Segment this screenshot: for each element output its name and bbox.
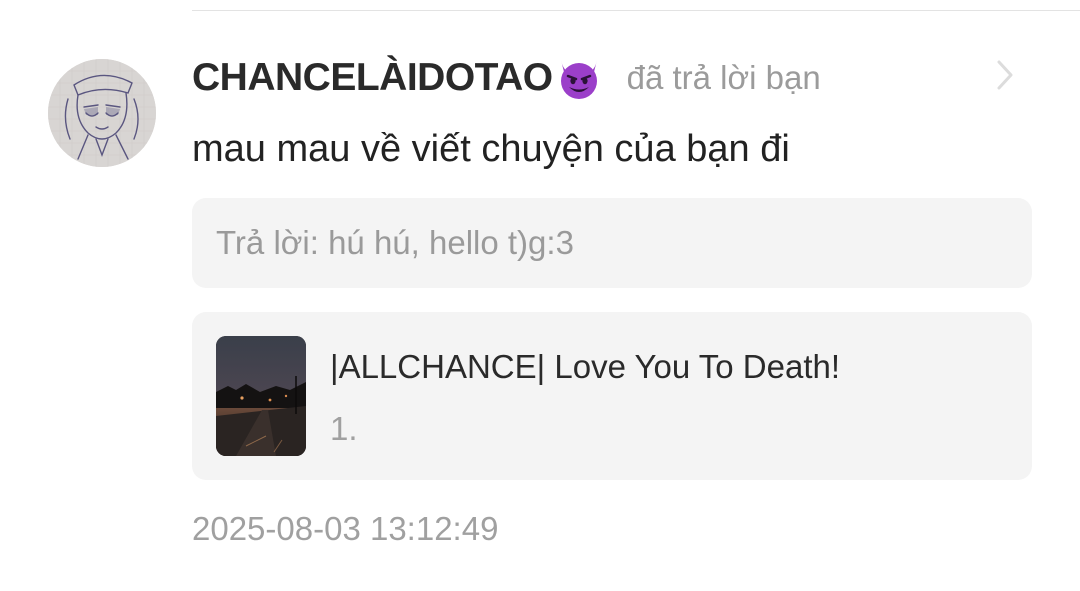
story-cover-image: [216, 336, 306, 456]
story-title: |ALLCHANCE| Love You To Death!: [330, 348, 841, 385]
story-card[interactable]: |ALLCHANCE| Love You To Death! 1.: [192, 312, 1032, 480]
user-avatar[interactable]: [48, 59, 156, 167]
comment-header: CHANCELÀIDOTAO đã trả lời bạn: [192, 52, 821, 104]
story-chapter: 1.: [330, 410, 358, 447]
chevron-right-icon[interactable]: [990, 58, 1020, 92]
quoted-reply-text: Trả lời: hú hú, hello t)g:3: [216, 224, 574, 261]
quoted-reply[interactable]: Trả lời: hú hú, hello t)g:3: [192, 198, 1032, 288]
smiling-devil-icon: [555, 54, 603, 102]
avatar-sketch-icon: [48, 59, 156, 167]
comment-message: mau mau về viết chuyện của bạn đi: [192, 128, 790, 170]
username[interactable]: CHANCELÀIDOTAO: [192, 56, 553, 100]
top-divider: [192, 10, 1080, 11]
reply-notification[interactable]: CHANCELÀIDOTAO đã trả lời bạn mau mau về…: [0, 0, 1080, 591]
comment-timestamp: 2025-08-03 13:12:49: [192, 510, 499, 547]
reply-action-text: đã trả lời bạn: [626, 59, 821, 96]
